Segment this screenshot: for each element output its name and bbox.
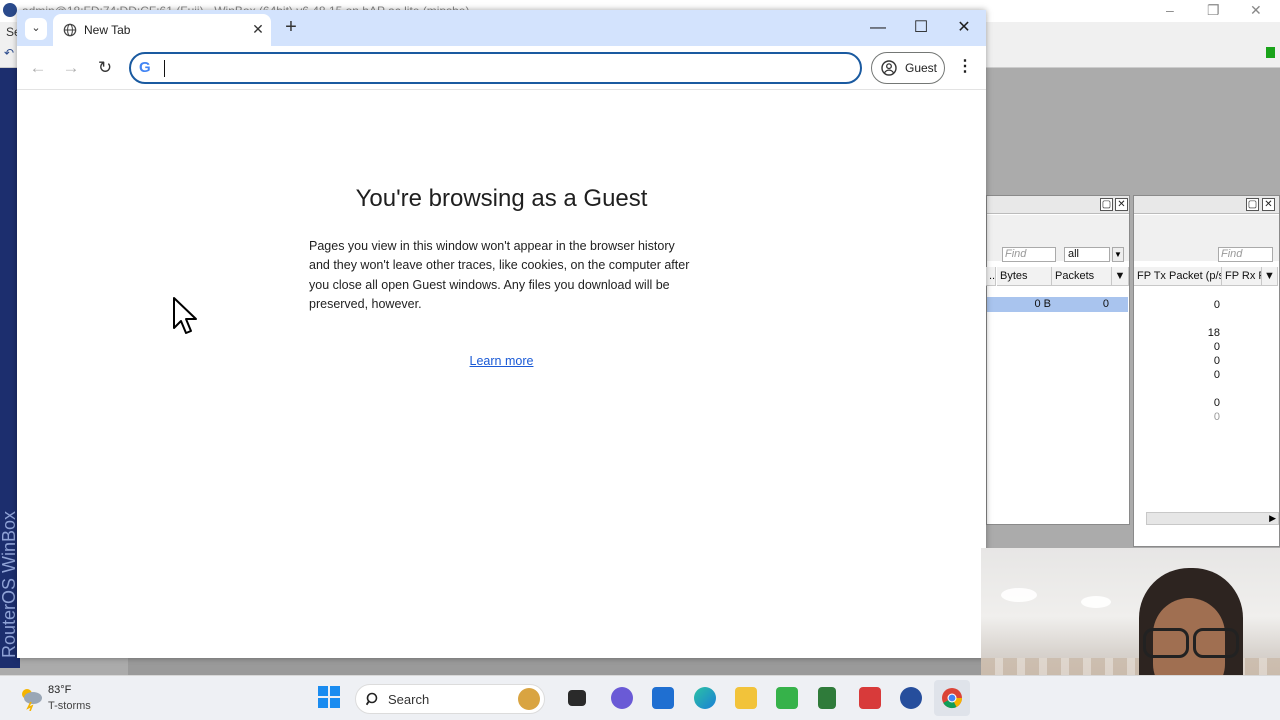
omnibox[interactable]: G <box>129 52 862 84</box>
file-explorer-icon[interactable] <box>735 687 757 709</box>
globe-icon <box>63 23 77 37</box>
maximize-icon[interactable]: ❐ <box>1207 2 1220 19</box>
glasses-right <box>1193 628 1239 658</box>
column-header-bytes[interactable]: Bytes <box>997 267 1052 286</box>
find-input[interactable]: Find <box>1218 247 1273 262</box>
restore-pane-icon[interactable]: ▢ <box>1246 198 1259 211</box>
undo-icon[interactable]: ↶ <box>4 46 14 60</box>
winbox-statusbar <box>128 658 988 675</box>
forward-icon[interactable]: → <box>60 57 82 79</box>
tab-strip: ⌄ New Tab ✕ + — ☐ ✕ <box>17 10 986 46</box>
cell-value: 0 <box>1213 369 1220 381</box>
scroll-right-icon[interactable]: ▶ <box>1269 513 1276 524</box>
filter-select[interactable]: all <box>1064 247 1110 262</box>
profile-button[interactable]: Guest <box>871 52 945 84</box>
close-pane-icon[interactable]: ✕ <box>1262 198 1275 211</box>
chat-icon[interactable] <box>611 687 633 709</box>
guest-description: Pages you view in this window won't appe… <box>309 239 690 311</box>
tab-new-tab[interactable]: New Tab ✕ <box>53 14 271 46</box>
cell-bytes: 0 B <box>1034 298 1051 310</box>
chevron-down-icon[interactable]: ▼ <box>1112 247 1124 262</box>
chrome-icon[interactable] <box>941 687 963 709</box>
column-header-more[interactable]: ... <box>986 267 996 286</box>
cell-packets: 0 <box>1102 298 1109 310</box>
minimize-icon[interactable]: – <box>1166 2 1174 18</box>
find-input[interactable]: Find <box>1002 247 1056 262</box>
table-row[interactable]: 0 B 0 <box>987 297 1128 312</box>
guest-new-tab-page: You're browsing as a Guest Pages you vie… <box>17 91 986 658</box>
column-header-packets[interactable]: Packets <box>1052 267 1112 286</box>
tab-title: New Tab <box>84 23 131 37</box>
google-g-icon: G <box>139 59 151 76</box>
toolbar: ← → ↻ G Guest ⋮ <box>17 46 986 90</box>
new-tab-icon[interactable]: + <box>280 17 302 39</box>
recorder-icon[interactable] <box>859 687 881 709</box>
store-icon[interactable] <box>652 687 674 709</box>
ceiling-light <box>1081 596 1111 608</box>
taskbar-search[interactable]: Search <box>355 684 545 714</box>
winbox-icon[interactable] <box>900 687 922 709</box>
windows-start-icon[interactable] <box>318 686 340 708</box>
column-chooser-icon[interactable]: ▼ <box>1262 267 1278 286</box>
weather-temperature: 83°F <box>48 684 72 696</box>
pane-header[interactable]: ▢ ✕ <box>1134 196 1279 214</box>
glasses-left <box>1143 628 1189 658</box>
search-icon <box>366 692 378 706</box>
back-icon[interactable]: ← <box>27 57 49 79</box>
learn-more-link[interactable]: Learn more <box>17 354 986 368</box>
cell-value: 0 <box>1213 299 1220 311</box>
cell-value: 0 <box>1213 397 1220 409</box>
mouse-cursor-icon <box>173 297 197 334</box>
notepad-icon[interactable] <box>818 687 836 709</box>
cell-value: 0 <box>1213 341 1220 353</box>
column-header-fp-tx[interactable]: FP Tx Packet (p/s) <box>1134 267 1222 286</box>
browser-window: ⌄ New Tab ✕ + — ☐ ✕ ← → ↻ G Guest ⋮ You'… <box>17 10 986 658</box>
maximize-icon[interactable]: ☐ <box>906 18 936 38</box>
cell-value: 0 <box>1213 411 1220 423</box>
address-input[interactable] <box>163 56 843 80</box>
edge-icon[interactable] <box>694 687 716 709</box>
page-title: You're browsing as a Guest <box>355 185 648 212</box>
close-window-icon[interactable]: ✕ <box>949 18 979 38</box>
close-pane-icon[interactable]: ✕ <box>1115 198 1128 211</box>
cell-value: 18 <box>1207 327 1220 339</box>
horizontal-scrollbar[interactable]: ▶ <box>1146 512 1279 525</box>
tab-search-button[interactable]: ⌄ <box>25 18 47 40</box>
close-icon[interactable]: ✕ <box>1250 2 1262 19</box>
text-caret <box>164 60 165 77</box>
thunderstorm-icon <box>22 689 42 711</box>
winbox-app-icon <box>3 3 17 17</box>
task-view-icon[interactable] <box>568 690 586 706</box>
weather-description: T-storms <box>48 700 91 712</box>
interface-list-pane: ▢ ✕ <box>986 195 1130 525</box>
guest-profile-icon <box>881 60 897 76</box>
ceiling-light <box>1001 588 1037 602</box>
pane-header[interactable]: ▢ ✕ <box>987 196 1129 214</box>
more-menu-icon[interactable]: ⋮ <box>955 57 975 79</box>
column-chooser-icon[interactable]: ▼ <box>1112 267 1129 286</box>
minimize-icon[interactable]: — <box>863 18 893 38</box>
cell-value: 0 <box>1213 355 1220 367</box>
search-label: Search <box>388 692 430 707</box>
column-header-fp-rx[interactable]: FP Rx P <box>1222 267 1262 286</box>
camtasia-icon[interactable] <box>776 687 798 709</box>
profile-label: Guest <box>905 61 938 75</box>
close-tab-icon[interactable]: ✕ <box>249 20 267 38</box>
restore-pane-icon[interactable]: ▢ <box>1100 198 1113 211</box>
chevron-down-icon: ⌄ <box>31 22 41 34</box>
search-highlight-icon <box>518 688 540 710</box>
taskbar: 83°F T-storms Search <box>0 675 1280 720</box>
reload-icon[interactable]: ↻ <box>94 57 116 79</box>
status-indicator-icon <box>1266 47 1275 58</box>
